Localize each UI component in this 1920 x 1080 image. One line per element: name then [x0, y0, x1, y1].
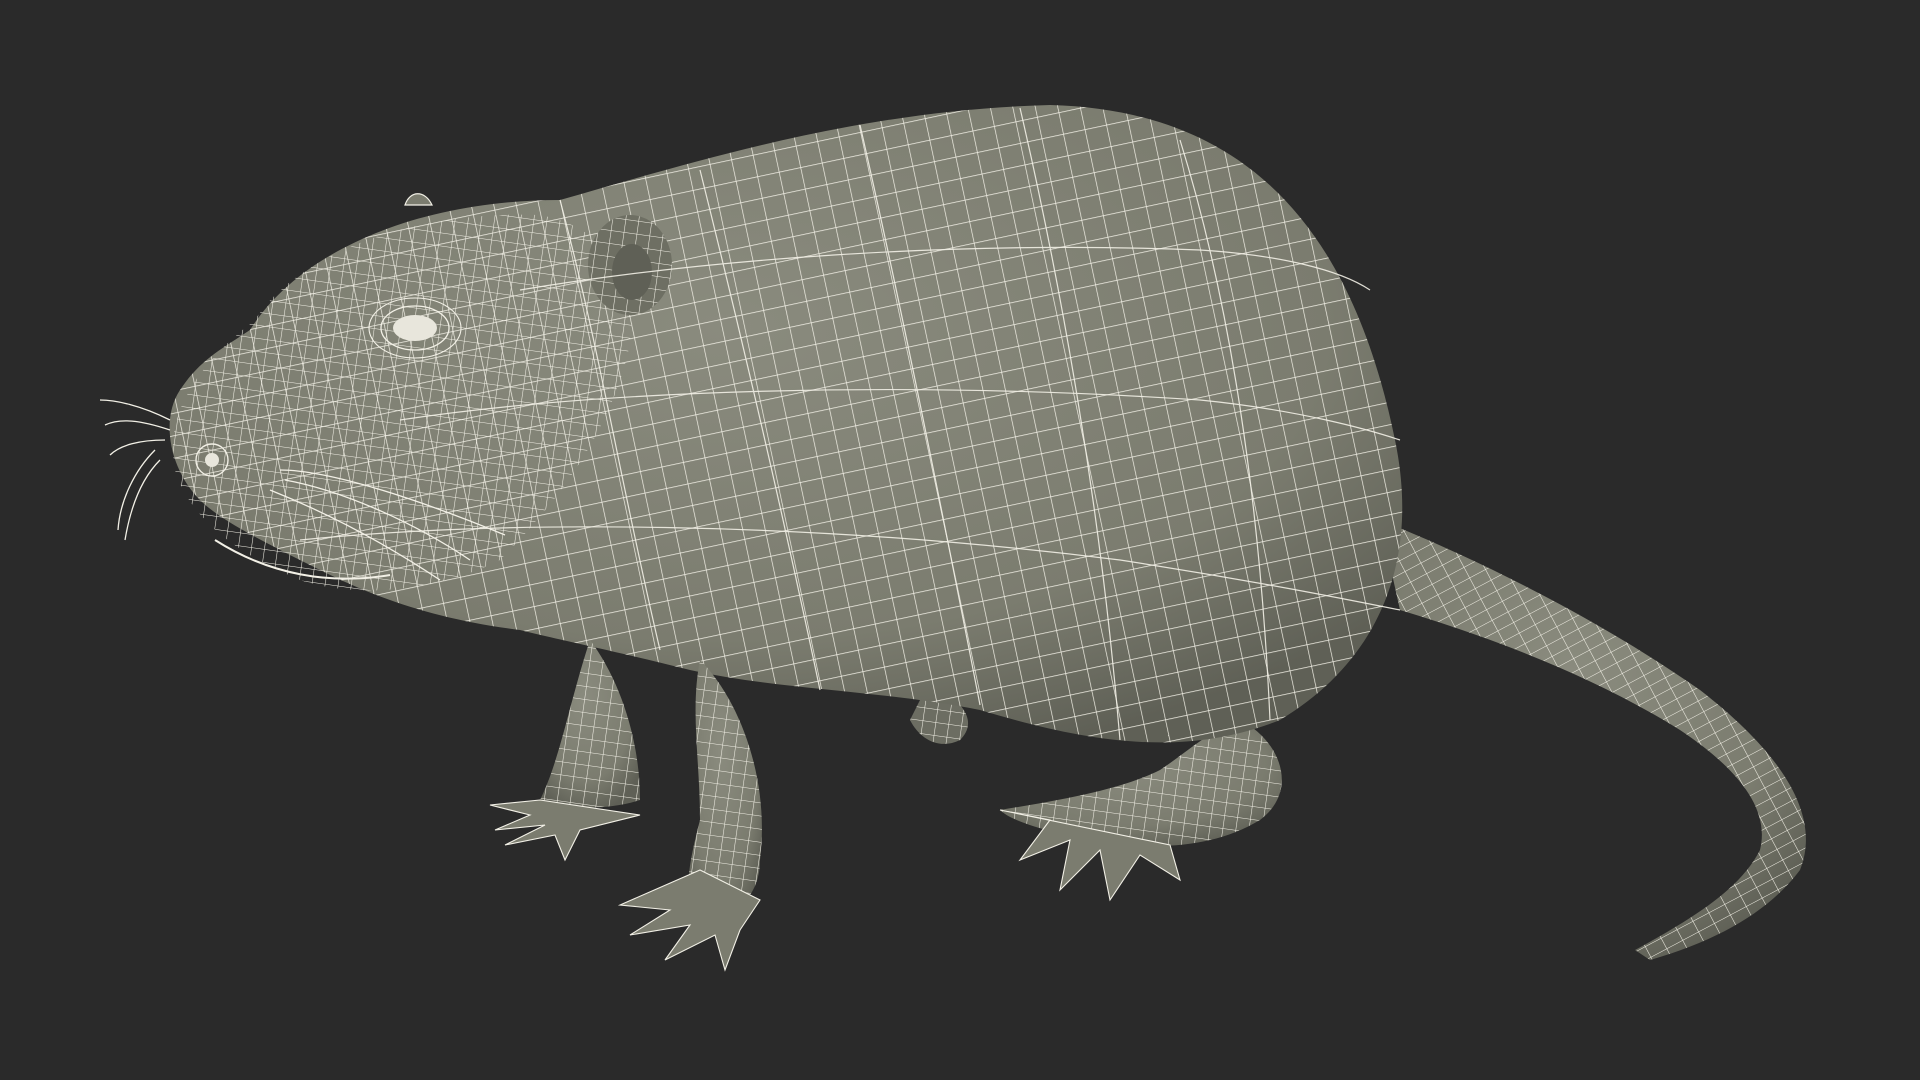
- viewport: [0, 0, 1920, 1080]
- rear-near-leg: [999, 720, 1282, 902]
- front-near-leg: [617, 660, 762, 972]
- front-far-leg: [489, 640, 641, 862]
- render-canvas: [99, 105, 1806, 972]
- tail: [1380, 520, 1806, 960]
- ear-far: [404, 193, 433, 206]
- front-far-toes: [489, 799, 641, 862]
- ear-near: [588, 215, 672, 315]
